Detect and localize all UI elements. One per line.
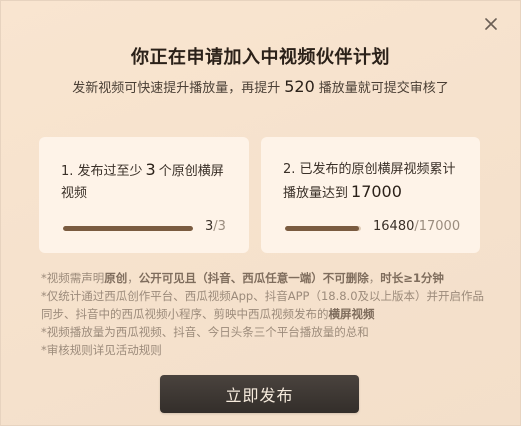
rules-notes: *视频需声明原创，公开可见且（抖音、西瓜任意一端）不可删除，时长≥1分钟 *仅统… [41, 269, 490, 359]
progress-total: /3 [213, 219, 226, 234]
requirement-highlight: 17000 [351, 182, 402, 201]
subtitle-prefix: 发新视频可快速提升播放量，再提升 [72, 81, 281, 96]
note-text: *视频需声明 [41, 271, 105, 285]
progress-total: /17000 [414, 219, 461, 234]
progress-fill [285, 226, 359, 231]
join-program-dialog: 你正在申请加入中视频伙伴计划 发新视频可快速提升播放量，再提升 520 播放量就可提… [0, 0, 521, 426]
note-line-4: *审核规则详见活动规则 [41, 343, 162, 357]
requirement-text: 2. 已发布的原创横屏视频累计播放量达到 17000 [283, 159, 466, 205]
note-line-2: *仅统计通过西瓜创作平台、西瓜视频App、抖音APP（18.8.0及以上版本）并… [41, 287, 490, 323]
dialog-subtitle: 发新视频可快速提升播放量，再提升 520 播放量就可提交审核了 [1, 77, 520, 96]
close-button[interactable] [480, 13, 502, 35]
note-emphasis: 横屏视频 [328, 307, 375, 321]
note-emphasis: 时长≥1分钟 [380, 271, 444, 285]
note-emphasis: 公开可见且（抖音、西瓜任意一端）不可删除 [138, 271, 369, 285]
note-emphasis: 原创 [104, 271, 128, 285]
subtitle-suffix: 播放量就可提交审核了 [318, 81, 449, 96]
note-text: *仅统计通过西瓜创作平台、西瓜视频App、抖音APP（18.8.0及以上版本）并… [41, 289, 485, 321]
subtitle-number: 520 [284, 77, 315, 96]
requirement-text-before: 1. 发布过至少 [61, 164, 143, 179]
progress-bar [63, 226, 193, 231]
note-text: ， [127, 271, 139, 285]
note-line-1: *视频需声明原创，公开可见且（抖音、西瓜任意一端）不可删除，时长≥1分钟 [41, 269, 490, 287]
progress-count: 16480/17000 [373, 219, 460, 234]
close-icon [485, 18, 497, 30]
progress-fill [63, 226, 193, 231]
progress-current: 16480 [373, 219, 415, 234]
requirement-text: 1. 发布过至少 3 个原创横屏视频 [61, 159, 235, 205]
requirement-card-videos: 1. 发布过至少 3 个原创横屏视频 3/3 [39, 137, 249, 253]
requirement-highlight: 3 [145, 160, 156, 179]
note-text: ， [368, 271, 381, 285]
dialog-title: 你正在申请加入中视频伙伴计划 [131, 47, 390, 68]
progress-count: 3/3 [205, 219, 226, 234]
progress-bar [285, 226, 361, 231]
requirement-card-views: 2. 已发布的原创横屏视频累计播放量达到 17000 16480/17000 [261, 137, 480, 253]
note-line-3: *视频播放量为西瓜视频、抖音、今日头条三个平台播放量的总和 [41, 325, 369, 339]
publish-now-button[interactable]: 立即发布 [160, 375, 359, 413]
